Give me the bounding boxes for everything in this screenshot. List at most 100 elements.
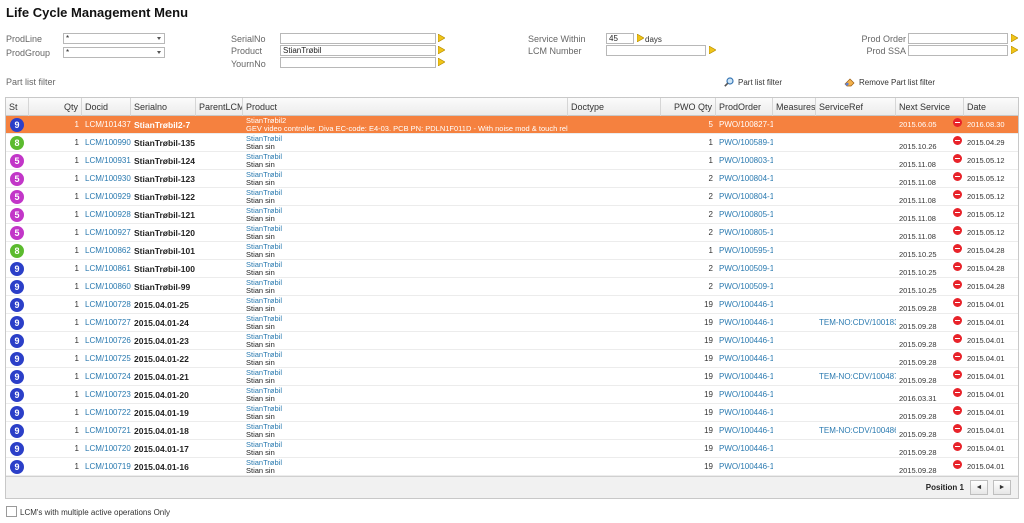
product-name-link[interactable]: StianTrøbil bbox=[246, 207, 565, 215]
col-doctype-header[interactable]: Doctype bbox=[568, 98, 661, 116]
docid-link[interactable]: LCM/100862 bbox=[82, 242, 131, 260]
prodorder-link[interactable]: PWO/100827-1 bbox=[716, 116, 773, 134]
serviceref-link[interactable] bbox=[816, 260, 896, 278]
table-row[interactable]: 9 1 LCM/100728 2015.04.01-25 StianTrøbil Stia… bbox=[6, 296, 1018, 314]
col-serviceref-header[interactable]: ServiceRef bbox=[816, 98, 896, 116]
serviceref-link[interactable] bbox=[816, 278, 896, 296]
col-serialno-header[interactable]: Serialno bbox=[131, 98, 196, 116]
serviceref-link[interactable] bbox=[816, 332, 896, 350]
table-row[interactable]: 5 1 LCM/100927 StianTrøbil-120 StianTrøbil St… bbox=[6, 224, 1018, 242]
serviceref-link[interactable]: TEM-NO:CDV/100486 bbox=[816, 422, 896, 440]
col-parentlcm-header[interactable]: ParentLCM bbox=[196, 98, 243, 116]
prodorder-link[interactable]: PWO/100446-1 bbox=[716, 386, 773, 404]
table-row[interactable]: 5 1 LCM/100929 StianTrøbil-122 StianTrøbil St… bbox=[6, 188, 1018, 206]
serviceref-link[interactable]: TEM-NO:CDV/100183 bbox=[816, 314, 896, 332]
serviceref-link[interactable] bbox=[816, 152, 896, 170]
prodorder-link[interactable]: PWO/100804-1 bbox=[716, 170, 773, 188]
product-name-link[interactable]: StianTrøbil bbox=[246, 387, 565, 395]
prodorder-link[interactable]: PWO/100805-1 bbox=[716, 206, 773, 224]
lcm-number-go-icon[interactable] bbox=[709, 46, 716, 54]
serviceref-link[interactable] bbox=[816, 170, 896, 188]
col-pwo-qty-header[interactable]: PWO Qty bbox=[661, 98, 716, 116]
table-row[interactable]: 9 1 LCM/100724 2015.04.01-21 StianTrøbil Stia… bbox=[6, 368, 1018, 386]
product-name-link[interactable]: StianTrøbil bbox=[246, 189, 565, 197]
prodorder-link[interactable]: PWO/100589-1 bbox=[716, 134, 773, 152]
col-next-service-header[interactable]: Next Service bbox=[896, 98, 964, 116]
serviceref-link[interactable] bbox=[816, 458, 896, 476]
docid-link[interactable]: LCM/100931 bbox=[82, 152, 131, 170]
prodorder-link[interactable]: PWO/100446-1 bbox=[716, 404, 773, 422]
table-row[interactable]: 9 1 LCM/100861 StianTrøbil-100 StianTrøbil St… bbox=[6, 260, 1018, 278]
product-name-link[interactable]: StianTrøbil bbox=[246, 459, 565, 467]
docid-link[interactable]: LCM/100927 bbox=[82, 224, 131, 242]
col-prodorder-header[interactable]: ProdOrder bbox=[716, 98, 773, 116]
docid-link[interactable]: LCM/100929 bbox=[82, 188, 131, 206]
prodline-select[interactable]: * bbox=[63, 33, 165, 44]
serviceref-link[interactable] bbox=[816, 242, 896, 260]
docid-link[interactable]: LCM/100928 bbox=[82, 206, 131, 224]
product-name-link[interactable]: StianTrøbil bbox=[246, 153, 565, 161]
table-row[interactable]: 9 1 LCM/100720 2015.04.01-17 StianTrøbil Stia… bbox=[6, 440, 1018, 458]
table-row[interactable]: 5 1 LCM/100928 StianTrøbil-121 StianTrøbil St… bbox=[6, 206, 1018, 224]
next-page-button[interactable]: ► bbox=[993, 480, 1011, 495]
docid-link[interactable]: LCM/100721 bbox=[82, 422, 131, 440]
col-product-header[interactable]: Product bbox=[243, 98, 568, 116]
docid-link[interactable]: LCM/100930 bbox=[82, 170, 131, 188]
prod-ssa-input[interactable] bbox=[908, 45, 1008, 56]
table-row[interactable]: 9 1 LCM/100719 2015.04.01-16 StianTrøbil Stia… bbox=[6, 458, 1018, 476]
col-st-header[interactable]: St bbox=[6, 98, 29, 116]
prod-order-input[interactable] bbox=[908, 33, 1008, 44]
col-date-header[interactable]: Date bbox=[964, 98, 1018, 116]
table-row[interactable]: 9 1 LCM/100727 2015.04.01-24 StianTrøbil Stia… bbox=[6, 314, 1018, 332]
prodorder-link[interactable]: PWO/100446-1 bbox=[716, 350, 773, 368]
product-name-link[interactable]: StianTrøbil bbox=[246, 225, 565, 233]
serviceref-link[interactable] bbox=[816, 134, 896, 152]
serviceref-link[interactable] bbox=[816, 404, 896, 422]
prod-ssa-go-icon[interactable] bbox=[1011, 46, 1018, 54]
product-name-link[interactable]: StianTrøbil bbox=[246, 315, 565, 323]
serialno-go-icon[interactable] bbox=[438, 34, 445, 42]
table-row[interactable]: 9 1 LCM/100726 2015.04.01-23 StianTrøbil Stia… bbox=[6, 332, 1018, 350]
prodorder-link[interactable]: PWO/100804-1 bbox=[716, 188, 773, 206]
remove-part-list-filter-button[interactable]: Remove Part list filter bbox=[844, 77, 935, 87]
product-name-link[interactable]: StianTrøbil bbox=[246, 243, 565, 251]
prev-page-button[interactable]: ◄ bbox=[970, 480, 988, 495]
col-qty-header[interactable]: Qty bbox=[29, 98, 82, 116]
prodorder-link[interactable]: PWO/100805-1 bbox=[716, 224, 773, 242]
docid-link[interactable]: LCM/100861 bbox=[82, 260, 131, 278]
serviceref-link[interactable] bbox=[816, 206, 896, 224]
serviceref-link[interactable] bbox=[816, 116, 896, 134]
prodorder-link[interactable]: PWO/100595-1 bbox=[716, 242, 773, 260]
serviceref-link[interactable] bbox=[816, 224, 896, 242]
product-name-link[interactable]: StianTrøbil bbox=[246, 405, 565, 413]
serviceref-link[interactable] bbox=[816, 188, 896, 206]
table-row[interactable]: 9 1 LCM/100725 2015.04.01-22 StianTrøbil Stia… bbox=[6, 350, 1018, 368]
prodorder-link[interactable]: PWO/100446-1 bbox=[716, 368, 773, 386]
product-name-link[interactable]: StianTrøbil bbox=[246, 135, 565, 143]
table-row[interactable]: 9 1 LCM/100721 2015.04.01-18 StianTrøbil Stia… bbox=[6, 422, 1018, 440]
product-input[interactable]: StianTrøbil bbox=[280, 45, 436, 56]
serviceref-link[interactable] bbox=[816, 440, 896, 458]
serialno-input[interactable] bbox=[280, 33, 436, 44]
prodgroup-select[interactable]: * bbox=[63, 47, 165, 58]
prodorder-link[interactable]: PWO/100509-1 bbox=[716, 260, 773, 278]
col-measures-header[interactable]: Measures bbox=[773, 98, 816, 116]
service-within-go-icon[interactable] bbox=[637, 34, 644, 42]
product-name-link[interactable]: StianTrøbil bbox=[246, 423, 565, 431]
table-row[interactable]: 8 1 LCM/100862 StianTrøbil-101 StianTrøbil St… bbox=[6, 242, 1018, 260]
serviceref-link[interactable]: TEM-NO:CDV/100487 bbox=[816, 368, 896, 386]
product-go-icon[interactable] bbox=[438, 46, 445, 54]
docid-link[interactable]: LCM/100727 bbox=[82, 314, 131, 332]
product-name-link[interactable]: StianTrøbil bbox=[246, 171, 565, 179]
lcm-number-input[interactable] bbox=[606, 45, 706, 56]
product-name-link[interactable]: StianTrøbil bbox=[246, 351, 565, 359]
product-name-link[interactable]: StianTrøbil bbox=[246, 369, 565, 377]
part-list-filter-button[interactable]: Part list filter bbox=[724, 77, 782, 87]
docid-link[interactable]: LCM/101437 bbox=[82, 116, 131, 134]
prodorder-link[interactable]: PWO/100446-1 bbox=[716, 458, 773, 476]
multi-ops-checkbox[interactable] bbox=[6, 506, 17, 517]
service-within-input[interactable]: 45 bbox=[606, 33, 634, 44]
docid-link[interactable]: LCM/100720 bbox=[82, 440, 131, 458]
product-name-link[interactable]: StianTrøbil bbox=[246, 261, 565, 269]
table-row[interactable]: 9 1 LCM/100860 StianTrøbil-99 StianTrøbil Sti… bbox=[6, 278, 1018, 296]
